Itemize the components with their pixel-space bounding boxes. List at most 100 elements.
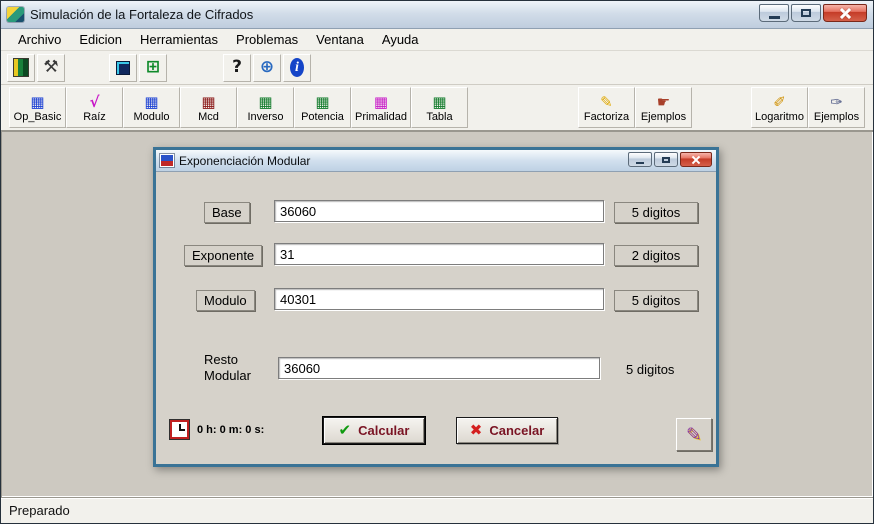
dialog-title: Exponenciación Modular (179, 154, 310, 168)
base-label: Base (204, 202, 250, 223)
raiz-icon: √ (89, 94, 99, 110)
toolbar-main-group-1: ▦ Op_Basic √ Raíz ▦ Modulo ▦ Mcd ▦ Inver… (9, 87, 468, 128)
toolbar-button-primalidad[interactable]: ▦ Primalidad (351, 87, 411, 128)
dialog-close-button[interactable] (680, 152, 712, 167)
window-grid-button[interactable]: ⊞ (139, 54, 167, 82)
toolbar-main: ▦ Op_Basic √ Raíz ▦ Modulo ▦ Mcd ▦ Inver… (1, 85, 873, 131)
help-button[interactable]: ? (223, 54, 251, 82)
status-text: Preparado (9, 503, 70, 518)
modulo-input[interactable] (274, 288, 604, 310)
toolbar-button-ejemplos-logaritmo[interactable]: ✑ Ejemplos (808, 87, 865, 128)
timer-text: 0 h: 0 m: 0 s: (197, 424, 264, 436)
dialog-titlebar[interactable]: Exponenciación Modular (156, 150, 716, 172)
tools-icon: ⚒ (43, 59, 58, 76)
tabla-icon: ▦ (432, 94, 446, 110)
window-title: Simulación de la Fortaleza de Cifrados (30, 7, 253, 22)
toolbar-main-group-3: ✐ Logaritmo ✑ Ejemplos (751, 87, 865, 128)
calcular-button-label: Calcular (358, 423, 409, 438)
window-grid-icon: ⊞ (146, 59, 160, 76)
exponente-input[interactable] (274, 243, 604, 265)
potencia-icon: ▦ (315, 94, 329, 110)
menu-herramientas[interactable]: Herramientas (131, 30, 227, 49)
close-button[interactable] (823, 4, 867, 22)
dialog-icon (160, 154, 174, 167)
dialog-window-controls (628, 152, 712, 167)
columns-icon (14, 59, 28, 76)
dialog-minimize-button[interactable] (628, 152, 652, 167)
toolbar-button-ejemplos-factoriza[interactable]: ☛ Ejemplos (635, 87, 692, 128)
menu-archivo[interactable]: Archivo (9, 30, 70, 49)
dialog-minimize-icon (636, 162, 644, 164)
modulo-label: Modulo (196, 290, 255, 311)
calcular-button[interactable]: ✔ Calcular (323, 417, 425, 444)
primalidad-icon: ▦ (374, 94, 388, 110)
clock-hand-hour (179, 429, 185, 431)
check-icon: ✔ (339, 423, 352, 438)
columns-button[interactable] (7, 54, 35, 82)
maximize-button[interactable] (791, 4, 821, 22)
base-input[interactable] (274, 200, 604, 222)
inverso-icon: ▦ (258, 94, 272, 110)
clock-icon (170, 420, 189, 439)
minimize-button[interactable] (759, 4, 789, 22)
dialog-maximize-button[interactable] (654, 152, 678, 167)
pen-icon: ✎ (686, 424, 702, 446)
tools-button[interactable]: ⚒ (37, 54, 65, 82)
ejemplos-factoriza-icon: ☛ (657, 94, 670, 110)
close-icon (839, 7, 852, 20)
calculator-button[interactable] (109, 54, 137, 82)
cancelar-button[interactable]: ✖ Cancelar (456, 417, 558, 444)
exponente-label: Exponente (184, 245, 262, 266)
exponente-digits-badge: 2 digitos (614, 245, 698, 266)
toolbar-button-inverso[interactable]: ▦ Inverso (237, 87, 294, 128)
modulo-icon: ▦ (144, 94, 158, 110)
base-digits-badge: 5 digitos (614, 202, 698, 223)
dialog-exponenciacion-modular: Exponenciación Modular Base 5 digitos Ex… (153, 147, 719, 467)
info-button[interactable]: i (283, 54, 311, 82)
toolbar-button-factoriza[interactable]: ✎ Factoriza (578, 87, 635, 128)
modulo-digits-badge: 5 digitos (614, 290, 698, 311)
dialog-body: Base 5 digitos Exponente 2 digitos Modul… (156, 172, 716, 464)
globe-button[interactable]: ⊕ (253, 54, 281, 82)
toolbar-button-logaritmo[interactable]: ✐ Logaritmo (751, 87, 808, 128)
menu-edicion[interactable]: Edicion (70, 30, 131, 49)
logaritmo-icon: ✐ (773, 94, 786, 110)
menu-problemas[interactable]: Problemas (227, 30, 307, 49)
titlebar: Simulación de la Fortaleza de Cifrados (1, 1, 873, 29)
dialog-maximize-icon (662, 157, 670, 163)
globe-icon: ⊕ (260, 59, 274, 76)
dialog-close-icon (691, 155, 701, 165)
toolbar-small: ⚒ ⊞ ? ⊕ i (1, 51, 873, 85)
toolbar-button-potencia[interactable]: ▦ Potencia (294, 87, 351, 128)
statusbar: Preparado (1, 497, 873, 523)
menubar: Archivo Edicion Herramientas Problemas V… (1, 29, 873, 51)
resto-modular-label: Resto Modular (204, 352, 266, 384)
toolbar-button-mcd[interactable]: ▦ Mcd (180, 87, 237, 128)
mcd-icon: ▦ (201, 94, 215, 110)
cross-icon: ✖ (470, 423, 483, 438)
maximize-icon (801, 9, 811, 17)
help-icon: ? (232, 59, 242, 76)
factoriza-icon: ✎ (600, 94, 613, 110)
info-icon: i (290, 58, 304, 77)
mdi-client-area: Exponenciación Modular Base 5 digitos Ex… (1, 131, 873, 497)
resto-modular-input[interactable] (278, 357, 600, 379)
ejemplos-logaritmo-icon: ✑ (830, 94, 843, 110)
window-controls (759, 4, 867, 22)
toolbar-button-modulo[interactable]: ▦ Modulo (123, 87, 180, 128)
resto-modular-digits-text: 5 digitos (626, 362, 674, 377)
toolbar-button-raiz[interactable]: √ Raíz (66, 87, 123, 128)
toolbar-small-group-3: ? ⊕ i (223, 54, 311, 82)
toolbar-small-group-1: ⚒ (7, 54, 65, 82)
toolbar-button-op-basic[interactable]: ▦ Op_Basic (9, 87, 66, 128)
toolbar-main-group-2: ✎ Factoriza ☛ Ejemplos (578, 87, 692, 128)
op-basic-icon: ▦ (30, 94, 44, 110)
pen-button[interactable]: ✎ (676, 418, 712, 451)
calculator-screen-icon (116, 61, 130, 75)
app-icon (7, 7, 24, 22)
toolbar-button-tabla[interactable]: ▦ Tabla (411, 87, 468, 128)
minimize-icon (769, 16, 780, 19)
app-window: Simulación de la Fortaleza de Cifrados A… (0, 0, 874, 524)
menu-ayuda[interactable]: Ayuda (373, 30, 428, 49)
menu-ventana[interactable]: Ventana (307, 30, 373, 49)
